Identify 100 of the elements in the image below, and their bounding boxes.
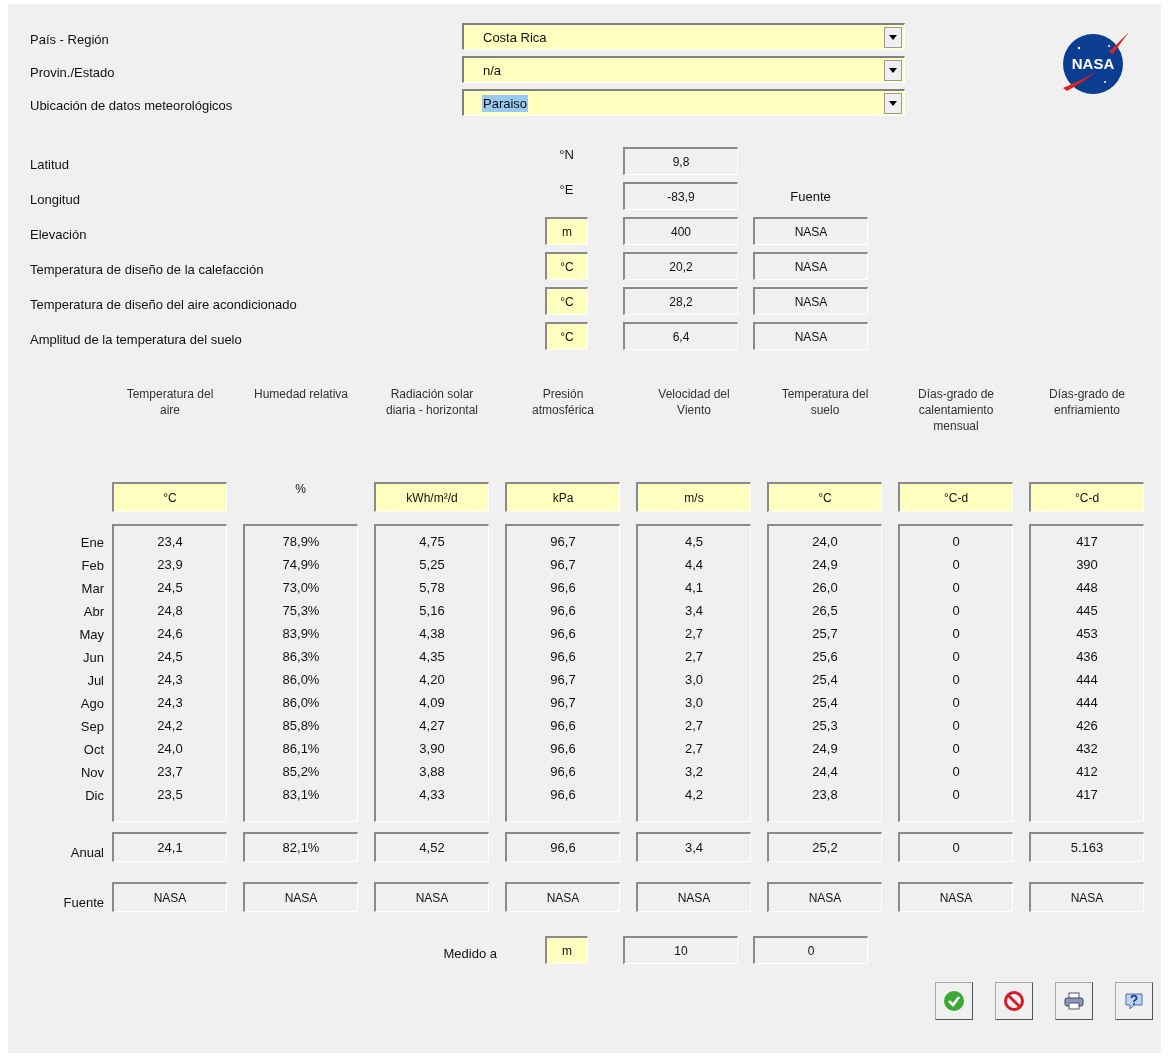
monthly-value: 444 — [1076, 694, 1098, 712]
monthly-value: 0 — [952, 579, 960, 597]
monthly-value: 0 — [952, 533, 960, 551]
value-field: 400 — [623, 217, 738, 245]
unit-field[interactable]: °C — [767, 482, 882, 512]
ok-button[interactable] — [935, 982, 973, 1020]
monthly-value: 4,5 — [684, 533, 704, 551]
unit-field[interactable]: m — [545, 217, 588, 245]
unit-field[interactable]: m/s — [636, 482, 751, 512]
unit-field[interactable]: °C-d — [1029, 482, 1144, 512]
unit-field[interactable]: m — [545, 936, 588, 964]
monthly-value: 0 — [952, 786, 960, 804]
column-header: Radiación solar diaria - horizontal — [384, 386, 479, 418]
monthly-value: 83,9% — [282, 625, 320, 643]
monthly-value: 0 — [952, 625, 960, 643]
unit-field[interactable]: kWh/m²/d — [374, 482, 489, 512]
monthly-value: 96,7 — [550, 533, 576, 551]
monthly-value: 86,1% — [282, 740, 320, 758]
source-field: NASA — [753, 252, 868, 280]
monthly-value: 3,4 — [684, 602, 704, 620]
month-label: Ago — [80, 695, 104, 713]
monthly-value: 3,2 — [684, 763, 704, 781]
monthly-value: 2,7 — [684, 648, 704, 666]
annual-value-field: 3,4 — [636, 832, 751, 862]
monthly-value: 453 — [1076, 625, 1098, 643]
monthly-value: 23,4 — [157, 533, 183, 551]
monthly-value: 96,7 — [550, 694, 576, 712]
value-field: 6,4 — [623, 322, 738, 350]
monthly-value: 96,7 — [550, 556, 576, 574]
parameter-label: Longitud — [30, 190, 81, 207]
unit-label: °E — [558, 182, 575, 197]
cancel-button[interactable] — [995, 982, 1033, 1020]
monthly-value: 4,4 — [684, 556, 704, 574]
month-label: Mar — [81, 580, 104, 598]
month-label: Abr — [83, 603, 104, 621]
monthly-value: 26,5 — [812, 602, 838, 620]
monthly-value: 24,8 — [157, 602, 183, 620]
measured-label: Medido a — [442, 944, 498, 961]
month-label: Feb — [81, 557, 104, 575]
monthly-value: 0 — [952, 763, 960, 781]
parameter-label: Temperatura de diseño de la calefacción — [30, 260, 265, 277]
printer-icon — [1063, 990, 1085, 1012]
monthly-value: 3,0 — [684, 694, 704, 712]
row-label: Anual — [70, 844, 104, 860]
monthly-value: 75,3% — [282, 602, 320, 620]
monthly-value: 23,8 — [812, 786, 838, 804]
monthly-value: 25,6 — [812, 648, 838, 666]
source-field: NASA — [753, 322, 868, 350]
annual-value-field: 82,1% — [243, 832, 358, 862]
value-field: 20,2 — [623, 252, 738, 280]
monthly-value: 23,7 — [157, 763, 183, 781]
month-label: Dic — [85, 787, 104, 805]
monthly-value: 24,9 — [812, 556, 838, 574]
source-field: NASA — [243, 882, 358, 912]
source-field: NASA — [112, 882, 227, 912]
monthly-value: 4,20 — [419, 671, 445, 689]
monthly-value: 4,2 — [684, 786, 704, 804]
annual-value-field: 4,52 — [374, 832, 489, 862]
month-label: Sep — [80, 718, 104, 736]
dropdown[interactable]: n/a — [462, 56, 905, 83]
unit-field[interactable]: kPa — [505, 482, 620, 512]
monthly-value: 96,6 — [550, 740, 576, 758]
monthly-value: 96,6 — [550, 786, 576, 804]
print-button[interactable] — [1055, 982, 1093, 1020]
monthly-value: 417 — [1076, 786, 1098, 804]
monthly-value: 0 — [952, 671, 960, 689]
monthly-value: 3,88 — [419, 763, 445, 781]
monthly-value: 417 — [1076, 533, 1098, 551]
dropdown[interactable]: Costa Rica — [462, 23, 905, 50]
monthly-value: 3,90 — [419, 740, 445, 758]
unit-field[interactable]: °C — [545, 322, 588, 350]
source-field: NASA — [753, 217, 868, 245]
monthly-value: 4,33 — [419, 786, 445, 804]
source-field: NASA — [505, 882, 620, 912]
help-button[interactable] — [1115, 982, 1153, 1020]
field-label: Provin./Estado — [30, 64, 116, 80]
month-label: Ene — [80, 534, 104, 552]
value-field: 28,2 — [623, 287, 738, 315]
monthly-value: 2,7 — [684, 625, 704, 643]
monthly-value: 0 — [952, 717, 960, 735]
value-field: -83,9 — [623, 182, 738, 210]
source-field: NASA — [636, 882, 751, 912]
unit-field[interactable]: °C-d — [898, 482, 1013, 512]
monthly-value: 24,3 — [157, 671, 183, 689]
unit-label: % — [294, 482, 307, 496]
unit-field[interactable]: °C — [545, 287, 588, 315]
parameter-label: Amplitud de la temperatura del suelo — [30, 330, 243, 347]
monthly-value: 96,6 — [550, 602, 576, 620]
source-field: NASA — [753, 287, 868, 315]
monthly-value: 24,5 — [157, 648, 183, 666]
monthly-value: 74,9% — [282, 556, 320, 574]
monthly-value: 4,1 — [684, 579, 704, 597]
row-label: Fuente — [63, 894, 104, 910]
monthly-value: 25,4 — [812, 694, 838, 712]
dropdown[interactable]: Paraiso — [462, 89, 905, 116]
unit-field[interactable]: °C — [112, 482, 227, 512]
monthly-value: 83,1% — [282, 786, 320, 804]
monthly-value: 0 — [952, 694, 960, 712]
annual-value-field: 96,6 — [505, 832, 620, 862]
unit-field[interactable]: °C — [545, 252, 588, 280]
